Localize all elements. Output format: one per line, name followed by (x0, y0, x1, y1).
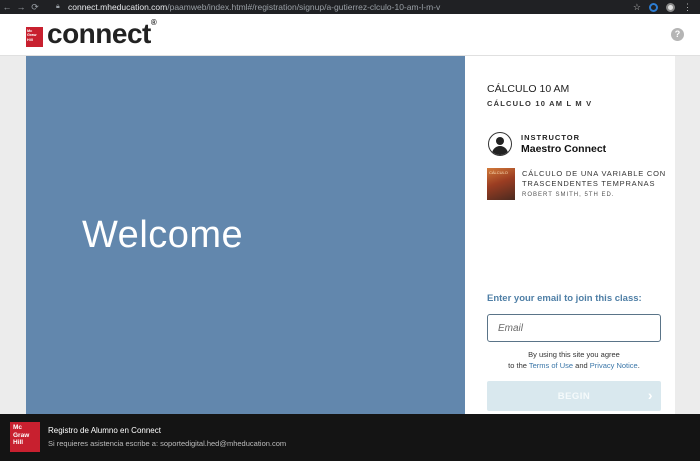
instructor-avatar-icon (488, 132, 512, 156)
chevron-right-icon: › (647, 387, 653, 403)
support-email-text: Si requieres asistencia escribe a: sopor… (48, 439, 287, 448)
reload-icon[interactable]: ⟳ (28, 2, 42, 13)
email-input[interactable] (487, 314, 661, 342)
notification-bar: Mc Graw Hill Registro de Alumno en Conne… (0, 414, 700, 461)
terms-notice: By using this site you agree to the Term… (487, 349, 661, 371)
forward-arrow-icon[interactable]: → (14, 2, 28, 12)
begin-button[interactable]: BEGIN › (487, 381, 661, 411)
instructor-label: INSTRUCTOR (521, 133, 581, 142)
terms-prefix: By using this site you agree (528, 350, 620, 359)
notification-title: Registro de Alumno en Connect (48, 426, 161, 435)
join-class-label: Enter your email to join this class: (487, 293, 642, 304)
book-title: CÁLCULO DE UNA VARIABLE CON TRASCENDENTE… (522, 169, 666, 188)
terms-suffix: . (637, 361, 640, 370)
registration-panel: CÁLCULO 10 AM CÁLCULO 10 AM L M V INSTRU… (465, 56, 675, 416)
connect-wordmark: connect (47, 18, 151, 49)
avatar-head (496, 137, 504, 145)
book-author: ROBERT SMITH, 5TH ED. (522, 192, 615, 198)
registered-mark: ® (150, 18, 157, 27)
bookmark-star-icon[interactable]: ☆ (633, 2, 641, 13)
menu-kebab-icon[interactable]: ⋮ (683, 2, 692, 13)
course-section: CÁLCULO 10 AM L M V (487, 99, 593, 108)
browser-actions: ☆ ⋮ (633, 2, 700, 13)
course-title: CÁLCULO 10 AM (487, 83, 570, 95)
connect-logo: connect® (47, 18, 157, 50)
terms-to: to the (508, 361, 527, 370)
terms-and: and (575, 361, 588, 370)
app-header: Mc Graw Hill connect® ? (0, 14, 700, 56)
welcome-title: Welcome (82, 214, 244, 256)
book-cover-image: CÁLCULO (487, 168, 515, 200)
url-path: /paamweb/index.html#/registration/signup… (167, 2, 441, 12)
avatar-body (492, 146, 508, 155)
browser-toolbar: ← → ⟳ 🔒︎ connect.mheducation.com/paamweb… (0, 0, 700, 14)
privacy-notice-link[interactable]: Privacy Notice (590, 361, 638, 370)
help-icon[interactable]: ? (671, 28, 684, 41)
back-arrow-icon[interactable]: ← (0, 2, 14, 12)
address-bar[interactable]: connect.mheducation.com/paamweb/index.ht… (68, 2, 568, 12)
book-cover-text: CÁLCULO (489, 170, 508, 175)
lock-icon[interactable]: 🔒︎ (56, 3, 64, 11)
welcome-panel: Welcome (26, 56, 465, 416)
terms-of-use-link[interactable]: Terms of Use (529, 361, 573, 370)
profile-icon[interactable] (666, 2, 675, 12)
url-host: connect.mheducation.com (68, 2, 168, 12)
begin-label: BEGIN (557, 390, 591, 402)
instructor-name: Maestro Connect (521, 143, 607, 155)
mcgraw-hill-footer-logo: Mc Graw Hill (10, 422, 40, 452)
mcgraw-hill-logo: Mc Graw Hill (26, 27, 43, 47)
extension-icon[interactable] (649, 2, 658, 12)
